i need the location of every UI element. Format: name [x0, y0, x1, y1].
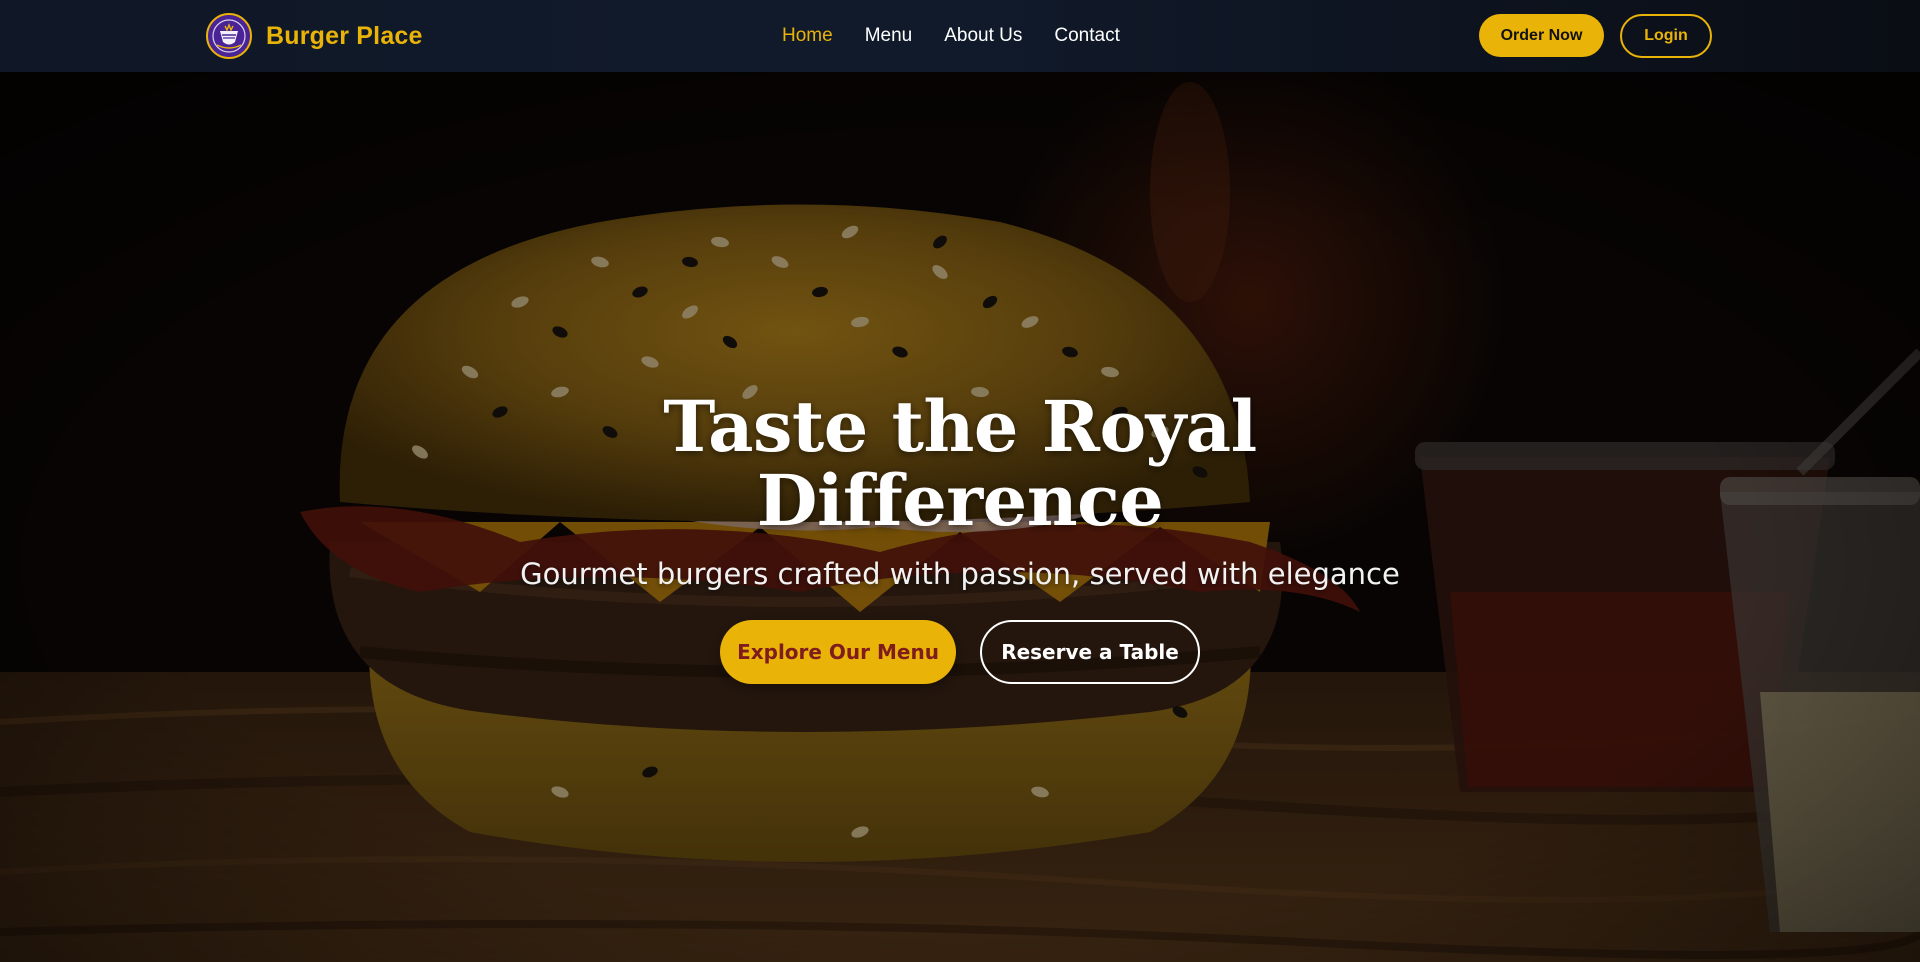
order-now-button[interactable]: Order Now: [1479, 14, 1604, 57]
hero-section: Taste the Royal Difference Gourmet burge…: [0, 72, 1920, 962]
nav-link-about-us[interactable]: About Us: [944, 22, 1022, 50]
navbar: Burger Place Home Menu About Us Contact …: [0, 0, 1920, 72]
login-button[interactable]: Login: [1620, 14, 1712, 58]
hero-title: Taste the Royal Difference: [663, 385, 1257, 542]
landing-page: Burger Place Home Menu About Us Contact …: [0, 0, 1920, 962]
explore-menu-button[interactable]: Explore Our Menu: [720, 620, 956, 684]
hero-subtitle: Gourmet burgers crafted with passion, se…: [520, 557, 1400, 591]
nav-link-home[interactable]: Home: [782, 22, 833, 50]
main-nav: Home Menu About Us Contact: [782, 22, 1120, 50]
nav-link-menu[interactable]: Menu: [865, 22, 913, 50]
nav-link-contact[interactable]: Contact: [1054, 22, 1119, 50]
brand[interactable]: Burger Place: [206, 11, 423, 61]
logo-icon[interactable]: [206, 13, 252, 59]
hero-buttons: Explore Our Menu Reserve a Table: [0, 620, 1920, 684]
hero-content: Taste the Royal Difference Gourmet burge…: [0, 390, 1920, 684]
reserve-table-button[interactable]: Reserve a Table: [980, 620, 1200, 684]
brand-name[interactable]: Burger Place: [266, 22, 423, 51]
